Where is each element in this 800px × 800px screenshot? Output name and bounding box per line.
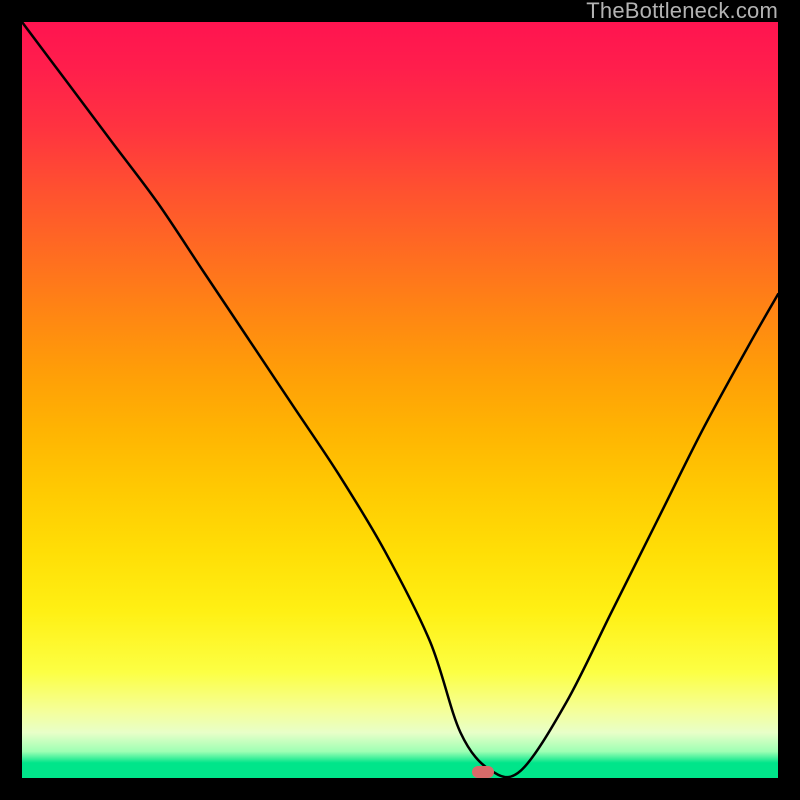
optimal-point-marker [472, 766, 494, 778]
plot-area [22, 22, 778, 778]
bottleneck-curve [22, 22, 778, 778]
watermark-text: TheBottleneck.com [586, 0, 778, 22]
